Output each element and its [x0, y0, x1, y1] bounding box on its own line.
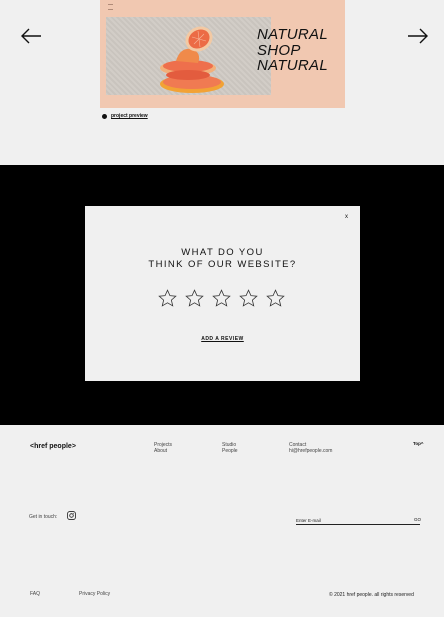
close-button[interactable]: x: [345, 214, 348, 220]
footer-link-people[interactable]: People: [222, 448, 238, 454]
instagram-icon[interactable]: [67, 511, 76, 520]
grapefruit-photo: [106, 17, 271, 95]
star-icon-3[interactable]: [212, 289, 231, 308]
faq-link[interactable]: FAQ: [30, 591, 40, 597]
footer-column-3: Contact hi@hrefpeople.com: [289, 442, 332, 454]
footer-column-2: Studio People: [222, 442, 238, 454]
footer-column-1: Projects About: [154, 442, 172, 454]
card-title: NATURAL SHOP NATURAL: [257, 27, 328, 74]
next-arrow-icon[interactable]: [407, 27, 429, 45]
project-preview-label: project preview: [111, 113, 148, 119]
review-modal: x WHAT DO YOU THINK OF OUR WEBSITE? ADD …: [85, 206, 360, 381]
question-line-2: THINK OF OUR WEBSITE?: [148, 258, 297, 270]
star-rating: [158, 289, 285, 308]
get-in-touch-label: Get in touch:: [29, 514, 58, 520]
star-icon-1[interactable]: [158, 289, 177, 308]
star-icon-2[interactable]: [185, 289, 204, 308]
brand-logo[interactable]: <href people>: [30, 443, 76, 450]
card-header-mark: [108, 9, 113, 10]
prev-arrow-icon[interactable]: [20, 27, 42, 45]
modal-question: WHAT DO YOU THINK OF OUR WEBSITE?: [85, 247, 360, 270]
newsletter-form: GO: [296, 516, 421, 525]
card-title-line: SHOP: [257, 41, 301, 59]
star-icon-4[interactable]: [239, 289, 258, 308]
question-line-1: WHAT DO YOU: [181, 247, 264, 258]
privacy-policy-link[interactable]: Privacy Policy: [79, 591, 110, 597]
card-title-line: NATURAL: [257, 26, 328, 43]
copyright-text: © 2021 href people. all rights reserved: [329, 592, 414, 598]
site-footer: <href people> Projects About Studio Peop…: [0, 425, 444, 617]
star-icon-5[interactable]: [266, 289, 285, 308]
card-header-mark: [108, 4, 113, 5]
project-section: NATURAL SHOP NATURAL project preview: [0, 0, 444, 165]
footer-link-about[interactable]: About: [154, 448, 172, 454]
bullet-dot-icon: [102, 113, 107, 119]
email-input[interactable]: [296, 516, 406, 524]
back-to-top-link[interactable]: Top^: [413, 441, 424, 446]
modal-overlay[interactable]: x WHAT DO YOU THINK OF OUR WEBSITE? ADD …: [0, 165, 444, 425]
project-card[interactable]: NATURAL SHOP NATURAL: [100, 0, 345, 108]
footer-email-link[interactable]: hi@hrefpeople.com: [289, 448, 332, 454]
project-preview-link[interactable]: project preview: [102, 113, 148, 119]
go-button[interactable]: GO: [414, 517, 421, 522]
add-review-link[interactable]: ADD A REVIEW: [85, 336, 360, 342]
card-title-line: NATURAL: [257, 57, 328, 74]
